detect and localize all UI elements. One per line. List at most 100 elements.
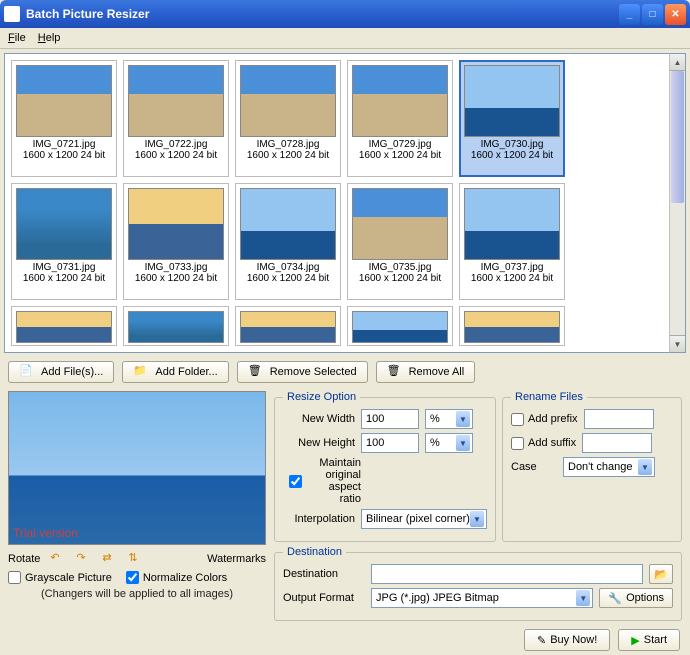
apply-hint: (Changers will be applied to all images) (8, 588, 266, 600)
thumbnail-list[interactable]: IMG_0721.jpg 1600 x 1200 24 bit IMG_0722… (4, 53, 669, 353)
flip-v-icon[interactable]: ⇅ (128, 551, 144, 567)
remove-all-button[interactable]: 🗑Remove All (376, 361, 476, 383)
thumbnail-item[interactable] (347, 306, 453, 346)
thumbnail-item[interactable]: IMG_0735.jpg 1600 x 1200 24 bit (347, 183, 453, 300)
thumbnail-image (16, 311, 112, 343)
new-height-input[interactable] (361, 433, 419, 453)
thumbnail-item[interactable]: IMG_0734.jpg 1600 x 1200 24 bit (235, 183, 341, 300)
trial-watermark: Trial version (13, 526, 78, 540)
thumbnail-image (464, 65, 560, 137)
rename-legend: Rename Files (511, 391, 587, 403)
thumbnail-dimensions: 1600 x 1200 24 bit (359, 150, 441, 161)
thumbnail-item[interactable] (459, 306, 565, 346)
interpolation-select[interactable]: Bilinear (pixel corner)▼ (361, 509, 487, 529)
thumbnail-image (464, 188, 560, 260)
thumbnail-image (352, 311, 448, 343)
add-files-button[interactable]: 📄Add File(s)... (8, 361, 114, 383)
remove-all-icon: 🗑 (387, 364, 403, 380)
scroll-thumb[interactable] (671, 71, 684, 203)
options-button[interactable]: 🔧Options (599, 588, 673, 608)
thumbnail-filename: IMG_0734.jpg (257, 262, 320, 273)
rotate-left-icon[interactable]: ↶ (50, 551, 66, 567)
wrench-icon: 🔧 (608, 592, 622, 605)
maximize-button[interactable]: □ (642, 4, 663, 25)
thumbnail-dimensions: 1600 x 1200 24 bit (471, 273, 553, 284)
thumbnail-item[interactable]: IMG_0733.jpg 1600 x 1200 24 bit (123, 183, 229, 300)
browse-folder-button[interactable]: 📂 (649, 564, 673, 584)
minimize-button[interactable]: _ (619, 4, 640, 25)
aspect-ratio-checkbox[interactable]: Maintain original aspect ratio (289, 457, 361, 505)
thumbnail-dimensions: 1600 x 1200 24 bit (23, 273, 105, 284)
thumbnail-image (352, 188, 448, 260)
height-unit-select[interactable]: %▼ (425, 433, 473, 453)
add-suffix-checkbox[interactable]: Add suffix (511, 437, 576, 450)
thumbnail-dimensions: 1600 x 1200 24 bit (471, 150, 553, 161)
thumbnail-filename: IMG_0729.jpg (369, 139, 432, 150)
thumbnail-item[interactable] (235, 306, 341, 346)
thumbnail-image (128, 188, 224, 260)
thumbnail-filename: IMG_0722.jpg (145, 139, 208, 150)
remove-selected-button[interactable]: 🗑Remove Selected (237, 361, 368, 383)
rename-files-group: Rename Files Add prefix Add suffix Case … (502, 391, 682, 542)
case-select[interactable]: Don't change▼ (563, 457, 655, 477)
thumbnail-item[interactable]: IMG_0730.jpg 1600 x 1200 24 bit (459, 60, 565, 177)
play-icon: ▶ (631, 634, 639, 647)
thumbnail-image (464, 311, 560, 343)
thumbnail-filename: IMG_0730.jpg (481, 139, 544, 150)
output-format-select[interactable]: JPG (*.jpg) JPEG Bitmap▼ (371, 588, 593, 608)
thumbnail-image (128, 311, 224, 343)
thumbnail-item[interactable]: IMG_0721.jpg 1600 x 1200 24 bit (11, 60, 117, 177)
add-prefix-checkbox[interactable]: Add prefix (511, 413, 578, 426)
watermarks-button[interactable]: Watermarks (207, 553, 266, 565)
menubar: File Help (0, 28, 690, 49)
thumbnail-filename: IMG_0735.jpg (369, 262, 432, 273)
add-folder-button[interactable]: 📁Add Folder... (122, 361, 228, 383)
destination-legend: Destination (283, 546, 346, 558)
menu-file[interactable]: File (8, 32, 26, 44)
thumbnail-image (128, 65, 224, 137)
thumbnail-dimensions: 1600 x 1200 24 bit (23, 150, 105, 161)
scroll-up-button[interactable]: ▲ (670, 54, 685, 71)
width-unit-select[interactable]: %▼ (425, 409, 473, 429)
chevron-down-icon: ▼ (456, 435, 470, 451)
thumbnail-image (240, 188, 336, 260)
new-width-input[interactable] (361, 409, 419, 429)
add-file-icon: 📄 (19, 364, 35, 380)
folder-open-icon: 📂 (654, 568, 668, 581)
scroll-track[interactable] (670, 71, 685, 335)
thumbnail-item[interactable]: IMG_0737.jpg 1600 x 1200 24 bit (459, 183, 565, 300)
thumbnail-item[interactable]: IMG_0729.jpg 1600 x 1200 24 bit (347, 60, 453, 177)
destination-input[interactable] (371, 564, 643, 584)
buy-now-button[interactable]: ✎Buy Now! (524, 629, 610, 651)
output-format-label: Output Format (283, 592, 365, 604)
menu-help[interactable]: Help (38, 32, 61, 44)
thumbnail-image (352, 65, 448, 137)
chevron-down-icon: ▼ (470, 511, 484, 527)
window-title: Batch Picture Resizer (26, 7, 619, 21)
new-height-label: New Height (283, 437, 355, 449)
scroll-down-button[interactable]: ▼ (670, 335, 685, 352)
thumbnail-filename: IMG_0737.jpg (481, 262, 544, 273)
thumbnail-image (16, 65, 112, 137)
normalize-checkbox[interactable]: Normalize Colors (126, 571, 227, 584)
thumbnail-image (240, 311, 336, 343)
titlebar: Batch Picture Resizer _ □ ✕ (0, 0, 690, 28)
thumbnail-filename: IMG_0728.jpg (257, 139, 320, 150)
thumbnail-item[interactable] (123, 306, 229, 346)
scrollbar[interactable]: ▲ ▼ (669, 53, 686, 353)
close-button[interactable]: ✕ (665, 4, 686, 25)
thumbnail-item[interactable]: IMG_0722.jpg 1600 x 1200 24 bit (123, 60, 229, 177)
chevron-down-icon: ▼ (456, 411, 470, 427)
thumbnail-item[interactable]: IMG_0728.jpg 1600 x 1200 24 bit (235, 60, 341, 177)
rotate-right-icon[interactable]: ↷ (76, 551, 92, 567)
prefix-input[interactable] (584, 409, 654, 429)
start-button[interactable]: ▶Start (618, 629, 680, 651)
flip-h-icon[interactable]: ⇄ (102, 551, 118, 567)
grayscale-checkbox[interactable]: Grayscale Picture (8, 571, 112, 584)
rotate-label: Rotate (8, 553, 40, 565)
suffix-input[interactable] (582, 433, 652, 453)
thumbnail-item[interactable]: IMG_0731.jpg 1600 x 1200 24 bit (11, 183, 117, 300)
thumbnail-dimensions: 1600 x 1200 24 bit (135, 150, 217, 161)
thumbnail-dimensions: 1600 x 1200 24 bit (247, 273, 329, 284)
thumbnail-item[interactable] (11, 306, 117, 346)
